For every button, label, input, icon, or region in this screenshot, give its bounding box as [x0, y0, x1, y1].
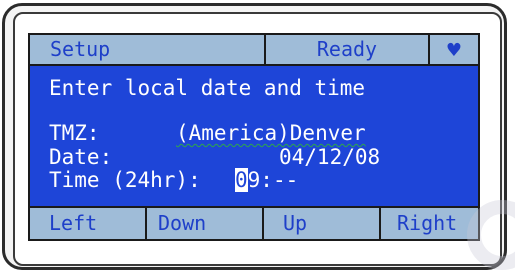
- down-softkey[interactable]: Down: [147, 208, 264, 239]
- tmz-value[interactable]: (America)Denver: [176, 122, 366, 144]
- softkey-bar: Left Down Up Right: [30, 206, 478, 239]
- up-softkey[interactable]: Up: [264, 208, 381, 239]
- edit-cursor: 0: [235, 168, 248, 192]
- prompt-text: Enter local date and time: [49, 76, 366, 100]
- status-bar: Setup Ready ♥: [30, 35, 478, 66]
- time-value[interactable]: 09:--: [235, 168, 299, 192]
- left-softkey[interactable]: Left: [30, 208, 147, 239]
- mode-label: Setup: [30, 35, 266, 64]
- heart-icon: ♥: [445, 40, 463, 61]
- heart-icon-cell: ♥: [430, 35, 478, 64]
- status-label: Ready: [266, 35, 430, 64]
- time-value-rest: 9:--: [247, 168, 299, 192]
- time-label: Time (24hr):: [49, 168, 201, 192]
- right-softkey[interactable]: Right: [381, 208, 478, 239]
- date-label: Date:: [49, 145, 113, 169]
- date-value[interactable]: 04/12/08: [279, 146, 380, 168]
- lcd-screen: Setup Ready ♥ Enter local date and time …: [28, 33, 480, 241]
- tmz-label: TMZ:: [49, 121, 100, 145]
- tmz-value-text: (America)Denver: [176, 121, 366, 145]
